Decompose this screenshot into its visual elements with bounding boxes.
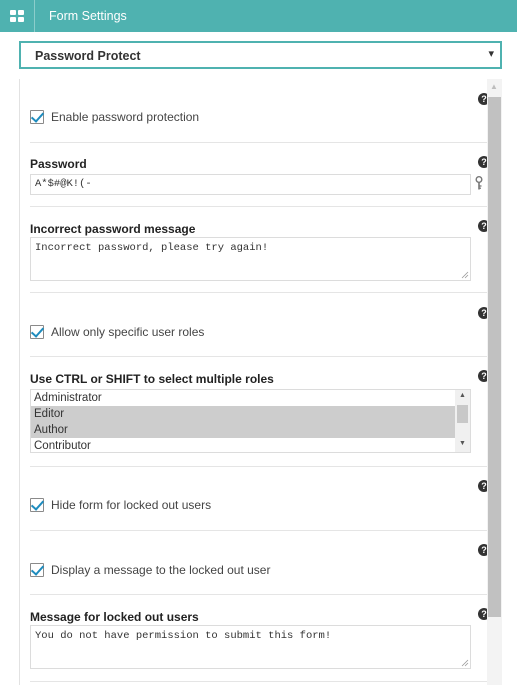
password-field[interactable]: A*$#@K!(- (30, 174, 471, 195)
divider (30, 206, 490, 207)
roles-toggle-section: ? Allow only specific user roles (30, 305, 490, 345)
select-value: Password Protect (35, 49, 141, 63)
apps-grid-icon[interactable] (0, 0, 35, 32)
divider (30, 594, 490, 595)
role-option-author[interactable]: Author (31, 422, 456, 438)
divider (30, 142, 490, 143)
roles-scrollbar[interactable]: ▲ ▼ (455, 390, 470, 452)
enable-protection-label: Enable password protection (51, 110, 200, 124)
resize-grip-icon[interactable] (461, 659, 469, 667)
display-message-label: Display a message to the locked out user (51, 563, 271, 577)
enable-protection-checkbox-row[interactable]: Enable password protection (30, 110, 199, 124)
hide-locked-label: Hide form for locked out users (51, 498, 212, 512)
scroll-up-icon[interactable]: ▲ (490, 82, 498, 91)
hide-locked-checkbox[interactable] (30, 498, 44, 512)
hide-locked-section: ? Hide form for locked out users (30, 479, 490, 519)
scroll-down-icon[interactable]: ▼ (459, 440, 466, 447)
panel-scroll-thumb[interactable] (488, 97, 501, 617)
incorrect-message-label: Incorrect password message (30, 222, 196, 236)
roles-toggle-checkbox-row[interactable]: Allow only specific user roles (30, 325, 204, 339)
scroll-up-icon[interactable]: ▲ (459, 392, 466, 399)
role-option-editor[interactable]: Editor (31, 406, 456, 422)
incorrect-message-section: Incorrect password message ? Incorrect p… (30, 219, 490, 285)
incorrect-message-text: Incorrect password, please try again! (35, 242, 269, 254)
top-bar: Form Settings (0, 0, 517, 32)
resize-grip-icon[interactable] (461, 271, 469, 279)
roles-section: Use CTRL or SHIFT to select multiple rol… (30, 369, 490, 457)
roles-label: Use CTRL or SHIFT to select multiple rol… (30, 372, 274, 386)
chevron-down-icon: ▾ (488, 48, 494, 60)
divider (30, 530, 490, 531)
locked-message-text: You do not have permission to submit thi… (35, 630, 332, 642)
roles-toggle-label: Allow only specific user roles (51, 325, 205, 339)
divider (30, 681, 490, 682)
enable-protection-section: ? Enable password protection (30, 91, 490, 131)
settings-panel: ? Enable password protection Password ? … (19, 79, 502, 685)
roles-listbox[interactable]: Administrator Editor Author Contributor … (30, 389, 471, 453)
password-label: Password (30, 157, 87, 171)
roles-toggle-checkbox[interactable] (30, 325, 44, 339)
panel-title: Form Settings (49, 9, 127, 23)
role-option-contributor[interactable]: Contributor (31, 438, 456, 452)
enable-protection-checkbox[interactable] (30, 110, 44, 124)
display-message-section: ? Display a message to the locked out us… (30, 544, 490, 584)
key-icon[interactable] (474, 176, 484, 190)
panel-scrollbar[interactable]: ▲ (487, 79, 502, 685)
locked-message-label: Message for locked out users (30, 610, 199, 624)
locked-message-textarea[interactable]: You do not have permission to submit thi… (30, 625, 471, 669)
password-section: Password ? A*$#@K!(- (30, 155, 490, 200)
divider (30, 466, 490, 467)
divider (30, 356, 490, 357)
display-message-checkbox[interactable] (30, 563, 44, 577)
settings-section-select[interactable]: Password Protect ▾ (19, 41, 502, 69)
divider (30, 292, 490, 293)
display-message-checkbox-row[interactable]: Display a message to the locked out user (30, 563, 270, 577)
hide-locked-checkbox-row[interactable]: Hide form for locked out users (30, 498, 211, 512)
role-option-administrator[interactable]: Administrator (31, 390, 456, 406)
roles-scroll-thumb[interactable] (457, 405, 468, 423)
locked-message-section: Message for locked out users ? You do no… (30, 608, 490, 674)
incorrect-message-textarea[interactable]: Incorrect password, please try again! (30, 237, 471, 281)
